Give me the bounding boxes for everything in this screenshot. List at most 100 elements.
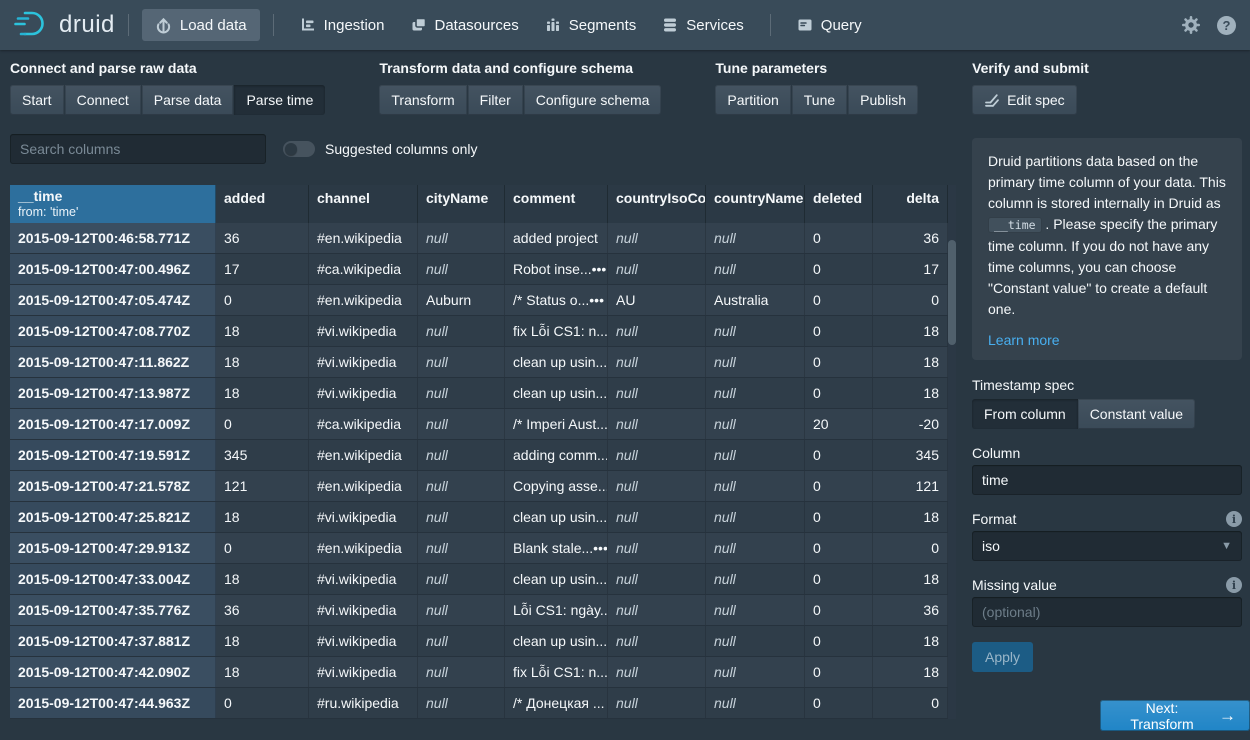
scrollbar-thumb[interactable] bbox=[948, 240, 956, 345]
cell-deleted: 0 bbox=[805, 471, 873, 501]
cell-delta: 18 bbox=[873, 626, 948, 656]
settings-gear-icon[interactable] bbox=[1181, 15, 1201, 35]
format-info-icon[interactable]: i bbox=[1226, 511, 1242, 527]
search-columns-input[interactable] bbox=[10, 134, 266, 164]
cell-cityName: null bbox=[418, 409, 505, 439]
cell-comment: clean up usin... bbox=[505, 502, 608, 532]
cell-deleted: 20 bbox=[805, 409, 873, 439]
step-button-connect[interactable]: Connect bbox=[65, 85, 141, 115]
cell-comment: Blank stale...••• bbox=[505, 533, 608, 563]
cell-countryIsoCode: null bbox=[608, 502, 706, 532]
step-button-publish[interactable]: Publish bbox=[848, 85, 918, 115]
cell-deleted: 0 bbox=[805, 285, 873, 315]
step-bar: Connect and parse raw data Start Connect… bbox=[10, 60, 1089, 115]
step-button-edit-spec[interactable]: Edit spec bbox=[972, 85, 1077, 115]
step-group-tune: Tune parameters Partition Tune Publish bbox=[715, 60, 918, 115]
table-row: 2015-09-12T00:47:33.004Z18#vi.wikipedian… bbox=[10, 564, 956, 595]
help-icon[interactable]: ? bbox=[1217, 16, 1236, 35]
table-scrollbar[interactable] bbox=[948, 185, 956, 719]
column-header-cityname[interactable]: cityName bbox=[418, 185, 505, 223]
cell-delta: 36 bbox=[873, 595, 948, 625]
table-row: 2015-09-12T00:47:13.987Z18#vi.wikipedian… bbox=[10, 378, 956, 409]
cell-channel: #vi.wikipedia bbox=[309, 378, 418, 408]
top-navbar: druid Load data Ingestion bbox=[0, 0, 1250, 50]
column-header-channel[interactable]: channel bbox=[309, 185, 418, 223]
missing-value-input[interactable] bbox=[972, 597, 1242, 627]
cell-channel: #en.wikipedia bbox=[309, 285, 418, 315]
cell-added: 121 bbox=[216, 471, 309, 501]
nav-item-query[interactable]: Query bbox=[784, 9, 875, 41]
learn-more-link[interactable]: Learn more bbox=[988, 330, 1060, 351]
cell-added: 36 bbox=[216, 223, 309, 253]
cell-countryName: null bbox=[706, 533, 805, 563]
cell-cityName: null bbox=[418, 502, 505, 532]
column-input[interactable] bbox=[972, 465, 1242, 495]
step-button-filter[interactable]: Filter bbox=[468, 85, 523, 115]
table-row: 2015-09-12T00:47:00.496Z17#ca.wikipedian… bbox=[10, 254, 956, 285]
cell-channel: #ca.wikipedia bbox=[309, 254, 418, 284]
cell-channel: #vi.wikipedia bbox=[309, 626, 418, 656]
table-row: 2015-09-12T00:47:25.821Z18#vi.wikipedian… bbox=[10, 502, 956, 533]
cell-channel: #ca.wikipedia bbox=[309, 409, 418, 439]
cell-added: 36 bbox=[216, 595, 309, 625]
column-header-comment[interactable]: comment bbox=[505, 185, 608, 223]
column-header-countryisocode[interactable]: countryIsoCode bbox=[608, 185, 706, 223]
table-row: 2015-09-12T00:47:44.963Z0#ru.wikipedianu… bbox=[10, 688, 956, 719]
cell-countryName: null bbox=[706, 316, 805, 346]
cell-time: 2015-09-12T00:47:08.770Z bbox=[10, 316, 216, 346]
next-transform-button[interactable]: Next: Transform → bbox=[1100, 700, 1250, 731]
cell-time: 2015-09-12T00:47:13.987Z bbox=[10, 378, 216, 408]
from-column-button[interactable]: From column bbox=[972, 399, 1078, 429]
nav-item-segments[interactable]: Segments bbox=[532, 9, 650, 41]
apply-button[interactable]: Apply bbox=[972, 642, 1033, 672]
suggested-columns-toggle[interactable] bbox=[283, 141, 315, 157]
nav-item-ingestion[interactable]: Ingestion bbox=[287, 9, 398, 41]
table-row: 2015-09-12T00:47:17.009Z0#ca.wikipedianu… bbox=[10, 409, 956, 440]
cell-deleted: 0 bbox=[805, 533, 873, 563]
nav-item-datasources[interactable]: Datasources bbox=[398, 9, 532, 41]
step-button-partition[interactable]: Partition bbox=[715, 85, 790, 115]
cell-added: 345 bbox=[216, 440, 309, 470]
step-button-tune[interactable]: Tune bbox=[792, 85, 847, 115]
step-button-configure-schema[interactable]: Configure schema bbox=[524, 85, 662, 115]
cell-delta: 18 bbox=[873, 378, 948, 408]
cell-time: 2015-09-12T00:47:33.004Z bbox=[10, 564, 216, 594]
format-select[interactable]: iso ▼ bbox=[972, 531, 1242, 561]
table-row: 2015-09-12T00:47:05.474Z0#en.wikipediaAu… bbox=[10, 285, 956, 316]
druid-brand[interactable]: druid bbox=[14, 9, 115, 42]
cell-cityName: null bbox=[418, 595, 505, 625]
cell-countryIsoCode: null bbox=[608, 595, 706, 625]
step-button-parse-data[interactable]: Parse data bbox=[142, 85, 234, 115]
cell-delta: -20 bbox=[873, 409, 948, 439]
column-header-added[interactable]: added bbox=[216, 185, 309, 223]
nav-item-load-data[interactable]: Load data bbox=[142, 9, 260, 41]
cell-countryName: null bbox=[706, 254, 805, 284]
cell-time: 2015-09-12T00:47:11.862Z bbox=[10, 347, 216, 377]
format-selected-value: iso bbox=[982, 538, 1000, 554]
step-button-parse-time[interactable]: Parse time bbox=[234, 85, 325, 115]
column-header-countryname[interactable]: countryName bbox=[706, 185, 805, 223]
nav-item-services[interactable]: Services bbox=[649, 9, 757, 41]
toggle-knob bbox=[285, 143, 297, 155]
cell-deleted: 0 bbox=[805, 657, 873, 687]
constant-value-button[interactable]: Constant value bbox=[1078, 399, 1195, 429]
missing-value-info-icon[interactable]: i bbox=[1226, 577, 1242, 593]
cell-countryIsoCode: null bbox=[608, 440, 706, 470]
cell-time: 2015-09-12T00:47:37.881Z bbox=[10, 626, 216, 656]
cell-time: 2015-09-12T00:47:42.090Z bbox=[10, 657, 216, 687]
step-button-start[interactable]: Start bbox=[10, 85, 64, 115]
cell-delta: 36 bbox=[873, 223, 948, 253]
cell-cityName: null bbox=[418, 440, 505, 470]
cell-deleted: 0 bbox=[805, 316, 873, 346]
column-header-delta[interactable]: delta bbox=[873, 185, 948, 223]
cell-countryName: null bbox=[706, 471, 805, 501]
step-button-transform[interactable]: Transform bbox=[379, 85, 466, 115]
cell-delta: 18 bbox=[873, 502, 948, 532]
missing-value-label: Missing value bbox=[972, 577, 1057, 593]
column-header-time[interactable]: __time from: 'time' bbox=[10, 185, 216, 223]
step-group-title: Tune parameters bbox=[715, 60, 918, 76]
cell-countryIsoCode: null bbox=[608, 409, 706, 439]
column-header-deleted[interactable]: deleted bbox=[805, 185, 873, 223]
cell-comment: Copying asse... bbox=[505, 471, 608, 501]
step-group-connect: Connect and parse raw data Start Connect… bbox=[10, 60, 325, 115]
